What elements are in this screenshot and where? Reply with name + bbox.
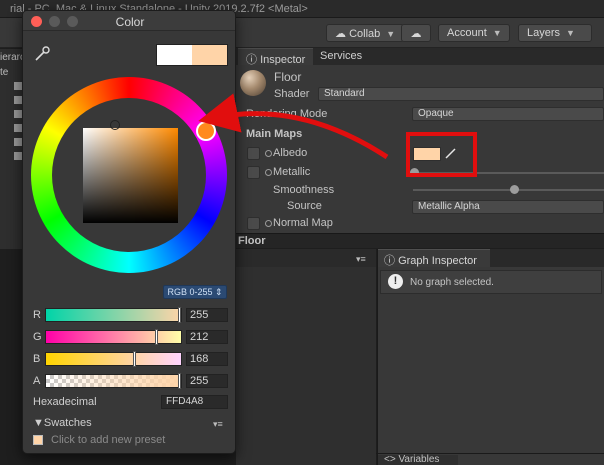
albedo-picker-icon[interactable] — [265, 150, 272, 157]
graph-inspector-tabbar — [490, 249, 604, 267]
metallic-texture-slot[interactable] — [247, 166, 260, 179]
chevron-down-icon: ▼ — [386, 29, 396, 39]
saturation-value-cursor[interactable] — [110, 120, 120, 130]
channel-r-knob[interactable] — [178, 307, 181, 323]
swatches-title-text: Swatches — [43, 417, 92, 429]
hierarchy-item-icon[interactable] — [14, 110, 22, 118]
color-picker-window: Color RGB 0-255 ⇕ R 255 G 212 B 168 A 25… — [22, 10, 236, 454]
channel-r-label: R — [33, 309, 41, 321]
hexadecimal-field[interactable]: FFD4A8 — [161, 395, 228, 409]
color-picker-titlebar[interactable]: Color — [23, 11, 235, 31]
metallic-label: Metallic — [273, 166, 311, 178]
collab-button[interactable]: ☁ Collab ▼ — [326, 24, 405, 42]
asset-preview-bar[interactable]: Floor — [236, 233, 604, 248]
tab-variables[interactable]: <> Variables — [378, 455, 458, 465]
tab-graph-inspector-label: Graph Inspector — [398, 255, 477, 267]
hierarchy-item-icon[interactable] — [14, 96, 22, 104]
tab-graph-inspector[interactable]: ⓘ Graph Inspector — [378, 249, 490, 267]
metallic-picker-icon[interactable] — [265, 169, 272, 176]
inspector-tabbar: ⓘ Inspector Services — [236, 48, 604, 66]
channel-a-slider[interactable] — [45, 374, 182, 388]
normal-map-texture-slot[interactable] — [247, 217, 260, 230]
info-icon: ⓘ — [384, 255, 399, 267]
channel-g-label: G — [33, 331, 42, 343]
albedo-label: Albedo — [273, 147, 308, 159]
hierarchy-create[interactable]: te — [0, 67, 8, 78]
panel-menu-icon[interactable]: ▾≡ — [356, 254, 366, 265]
exclamation-icon: ! — [388, 274, 403, 289]
swatches-menu-icon[interactable]: ▾≡ — [213, 419, 223, 430]
shader-dropdown[interactable]: Standard — [318, 87, 604, 101]
normal-map-label: Normal Map — [273, 217, 333, 229]
hierarchy-item-icon[interactable] — [14, 124, 22, 132]
material-preview-icon — [240, 70, 266, 96]
layers-label: Layers — [527, 27, 561, 39]
channel-g-knob[interactable] — [155, 329, 158, 345]
graph-message-text: No graph selected. — [410, 277, 494, 288]
hierarchy-item-icon[interactable] — [14, 152, 22, 160]
asset-preview-title: Floor — [238, 235, 266, 247]
color-preview[interactable] — [156, 44, 228, 66]
eyedropper-icon[interactable] — [33, 45, 51, 63]
graph-canvas[interactable] — [236, 249, 376, 465]
hue-handle[interactable] — [196, 121, 216, 141]
previous-color-swatch[interactable] — [157, 45, 192, 65]
chevron-down-icon: ▼ — [492, 28, 502, 38]
smoothness-slider-knob[interactable] — [510, 185, 519, 194]
channel-r-slider[interactable] — [45, 308, 182, 322]
smoothness-slider[interactable] — [413, 189, 604, 191]
collab-icon: ☁ — [335, 28, 350, 40]
channel-b-value[interactable]: 168 — [186, 352, 228, 366]
add-preset-hint[interactable]: Click to add new preset — [51, 434, 165, 446]
account-dropdown[interactable]: Account ▼ — [438, 24, 510, 42]
source-label: Source — [287, 200, 322, 212]
triangle-down-icon: ▼ — [33, 417, 44, 429]
hierarchy-item-icon[interactable] — [14, 82, 22, 90]
saturation-value-square[interactable] — [83, 128, 178, 223]
cloud-button[interactable]: ☁ — [401, 24, 431, 42]
cloud-icon: ☁ — [410, 28, 422, 40]
current-color-swatch — [192, 45, 227, 65]
channel-r-value[interactable]: 255 — [186, 308, 228, 322]
channel-b-knob[interactable] — [133, 351, 136, 367]
channel-g-value[interactable]: 212 — [186, 330, 228, 344]
hexadecimal-label: Hexadecimal — [33, 396, 97, 408]
tab-inspector[interactable]: ⓘ Inspector — [238, 48, 314, 66]
color-picker-title: Color — [115, 15, 145, 29]
normal-map-picker-icon[interactable] — [265, 220, 272, 227]
swatch-preset[interactable] — [33, 435, 43, 445]
source-dropdown[interactable]: Metallic Alpha — [412, 200, 604, 214]
albedo-texture-slot[interactable] — [247, 147, 260, 160]
chevron-down-icon: ▼ — [566, 28, 575, 38]
channel-a-knob[interactable] — [178, 373, 181, 389]
rendering-mode-dropdown[interactable]: Opaque — [412, 107, 604, 121]
material-name: Floor — [274, 70, 302, 84]
swatches-heading[interactable]: ▼Swatches — [33, 417, 92, 429]
channel-g-slider[interactable] — [45, 330, 182, 344]
hierarchy-item-icon[interactable] — [14, 138, 22, 146]
account-label: Account — [447, 27, 487, 39]
color-mode-dropdown[interactable]: RGB 0-255 ⇕ — [163, 285, 227, 299]
channel-b-label: B — [33, 353, 41, 365]
albedo-highlight-box — [406, 132, 477, 177]
graph-canvas-tabbar — [236, 249, 376, 267]
tab-services[interactable]: Services — [312, 48, 370, 65]
channel-a-label: A — [33, 375, 41, 387]
collab-label: Collab — [349, 28, 381, 40]
rendering-mode-label: Rendering Mode — [246, 108, 328, 120]
main-maps-heading: Main Maps — [246, 128, 303, 140]
channel-a-value[interactable]: 255 — [186, 374, 228, 388]
smoothness-label: Smoothness — [273, 184, 335, 196]
layers-dropdown[interactable]: Layers ▼ — [518, 24, 592, 42]
channel-b-slider[interactable] — [45, 352, 182, 366]
shader-label: Shader — [274, 88, 310, 100]
